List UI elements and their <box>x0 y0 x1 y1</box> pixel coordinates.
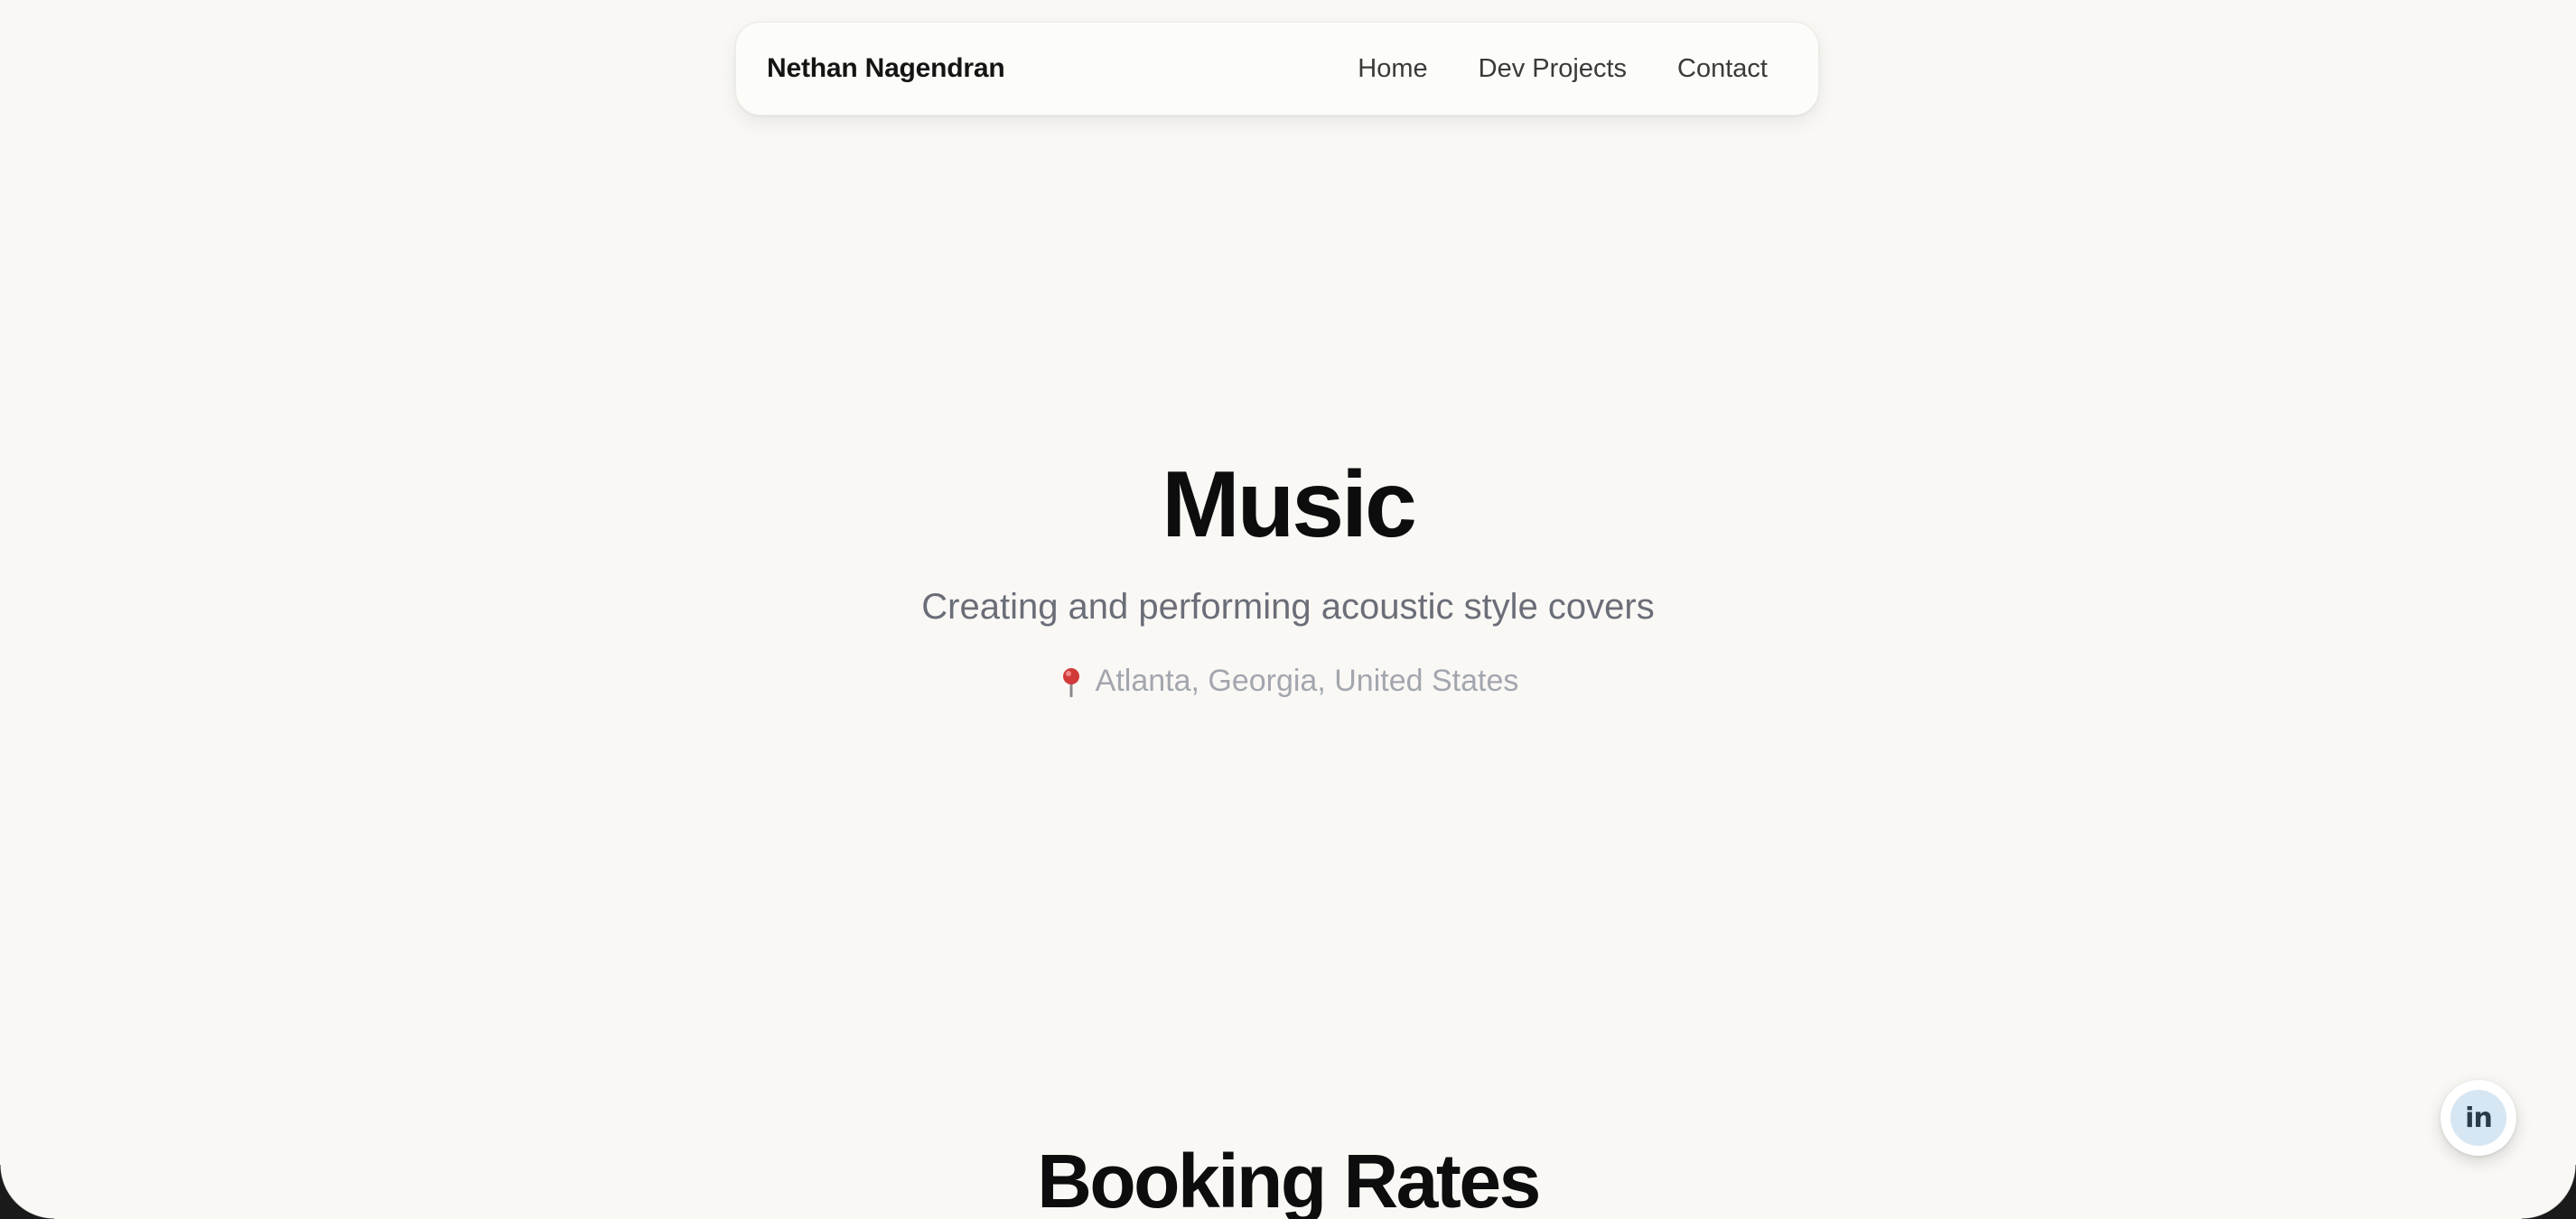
page: Nethan Nagendran Home Dev Projects Conta… <box>0 0 2576 1219</box>
screen-corner-right <box>2522 1165 2576 1219</box>
pin-icon <box>1058 665 1085 698</box>
nav-link-dev-projects[interactable]: Dev Projects <box>1479 54 1627 84</box>
hero-subtitle: Creating and performing acoustic style c… <box>921 587 1655 627</box>
nav-links: Home Dev Projects Contact <box>1358 54 1768 84</box>
site-brand[interactable]: Nethan Nagendran <box>767 53 1005 84</box>
page-title: Music <box>1162 452 1417 557</box>
linkedin-icon: in <box>2450 1090 2506 1146</box>
location-text: Atlanta, Georgia, United States <box>1095 664 1519 698</box>
location: Atlanta, Georgia, United States <box>1058 659 1519 703</box>
booking-rates-heading: Booking Rates <box>1037 1139 1541 1219</box>
linkedin-button[interactable]: in <box>2441 1080 2516 1156</box>
top-navbar: Nethan Nagendran Home Dev Projects Conta… <box>735 22 1819 116</box>
nav-link-contact[interactable]: Contact <box>1677 54 1768 84</box>
hero-section: Music Creating and performing acoustic s… <box>0 448 2576 703</box>
screen-corner-left <box>0 1165 54 1219</box>
nav-link-home[interactable]: Home <box>1358 54 1427 84</box>
